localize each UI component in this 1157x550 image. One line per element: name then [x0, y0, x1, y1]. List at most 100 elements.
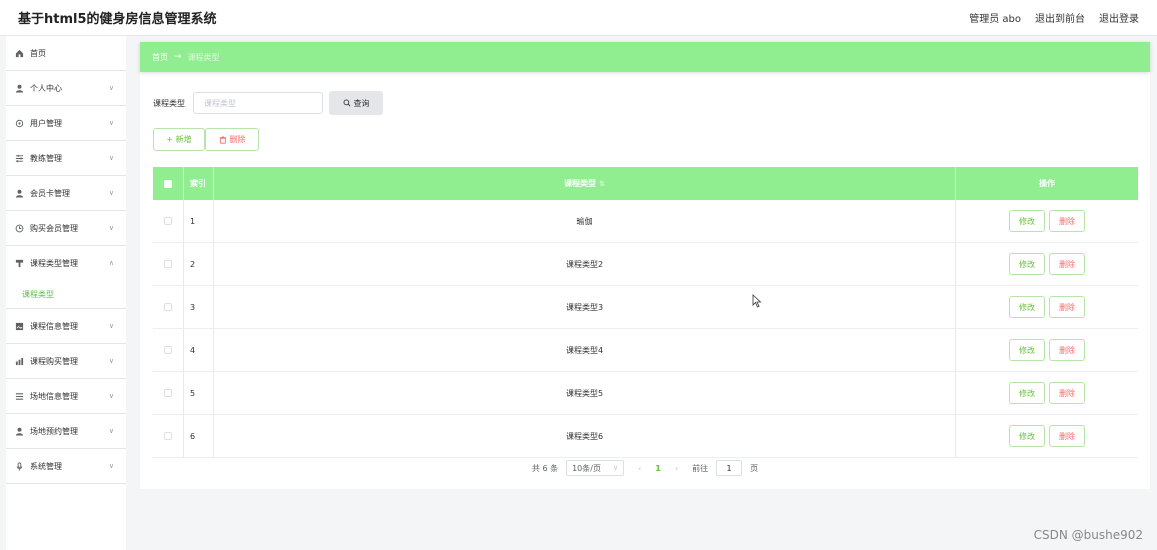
delete-button[interactable]: 删除: [1049, 382, 1085, 404]
select-all-checkbox[interactable]: [164, 179, 172, 188]
page-suffix: 页: [750, 463, 759, 473]
chevron-down-icon: ∨: [108, 427, 114, 435]
sidebar-item-label: 系统管理: [30, 461, 62, 471]
table-row: 2 课程类型2 修改 删除: [153, 243, 1138, 286]
batch-delete-button[interactable]: 删除: [205, 128, 259, 151]
row-checkbox[interactable]: [164, 260, 172, 268]
edit-button[interactable]: 修改: [1009, 296, 1045, 318]
top-right-links: 管理员 abo 退出到前台 退出登录: [969, 10, 1139, 25]
action-row: + 新增 删除: [153, 128, 259, 151]
list-icon: [14, 391, 24, 401]
trash-icon: [219, 135, 226, 144]
sidebar-item-personal[interactable]: 个人中心 ∨: [6, 71, 126, 106]
chevron-down-icon: ∨: [108, 392, 114, 400]
breadcrumb-home[interactable]: 首页: [152, 52, 168, 63]
sidebar-item-membership-cards[interactable]: 会员卡管理 ∨: [6, 176, 126, 211]
sidebar-item-system[interactable]: 系统管理 ∨: [6, 449, 126, 484]
delete-button[interactable]: 删除: [1049, 296, 1085, 318]
user-icon: [14, 83, 24, 93]
chevron-down-icon: ∨: [108, 84, 114, 92]
table-row: 4 课程类型4 修改 删除: [153, 329, 1138, 372]
sidebar-item-label: 用户管理: [30, 118, 62, 128]
header-type[interactable]: 课程类型 ⇅: [214, 167, 956, 200]
sort-icon[interactable]: ⇅: [599, 180, 605, 188]
delete-button[interactable]: 删除: [1049, 425, 1085, 447]
main-panel: 首页 → 课程类型 课程类型 课程类型 查询 + 新增 删除 索引 课程类型 ⇅…: [140, 42, 1150, 489]
page-size-select[interactable]: 10条/页 ∨: [566, 460, 625, 476]
delete-button[interactable]: 删除: [1049, 339, 1085, 361]
admin-label: 管理员 abo: [969, 14, 1021, 25]
to-front-link[interactable]: 退出到前台: [1035, 10, 1085, 25]
sidebar-item-venue-info[interactable]: 场地信息管理 ∨: [6, 379, 126, 414]
sidebar-item-label: 会员卡管理: [30, 188, 70, 198]
sidebar-subitem-course-type[interactable]: 课程类型: [6, 280, 126, 309]
sidebar-item-label: 场地预约管理: [30, 426, 78, 436]
search-button-label: 查询: [353, 98, 370, 108]
sidebar-item-course-purchase[interactable]: 课程购买管理 ∨: [6, 344, 126, 379]
shield-icon: [14, 258, 24, 268]
row-checkbox[interactable]: [164, 389, 172, 397]
gear-icon: [14, 118, 24, 128]
sidebar-item-label: 购买会员管理: [30, 223, 78, 233]
table-row: 6 课程类型6 修改 删除: [153, 415, 1138, 458]
top-bar: 基于html5的健身房信息管理系统 管理员 abo 退出到前台 退出登录: [0, 0, 1157, 36]
header-index: 索引: [184, 167, 214, 200]
sidebar-item-users[interactable]: 用户管理 ∨: [6, 106, 126, 141]
sidebar-item-coaches[interactable]: 教练管理 ∨: [6, 141, 126, 176]
chevron-down-icon: ∨: [108, 224, 114, 232]
edit-button[interactable]: 修改: [1009, 339, 1045, 361]
user-icon: [14, 188, 24, 198]
logout-link[interactable]: 退出登录: [1099, 10, 1139, 25]
search-button[interactable]: 查询: [329, 91, 383, 115]
chevron-up-icon: ∧: [108, 259, 114, 267]
row-checkbox[interactable]: [164, 303, 172, 311]
edit-button[interactable]: 修改: [1009, 382, 1045, 404]
row-checkbox[interactable]: [164, 346, 172, 354]
search-input[interactable]: 课程类型: [193, 92, 323, 114]
table-row: 5 课程类型5 修改 删除: [153, 372, 1138, 415]
sidebar-item-label: 个人中心: [30, 83, 62, 93]
edit-button[interactable]: 修改: [1009, 253, 1045, 275]
chevron-down-icon: ∨: [108, 119, 114, 127]
chevron-down-icon: ∨: [108, 154, 114, 162]
row-checkbox[interactable]: [164, 432, 172, 440]
row-type: 课程类型3: [214, 286, 956, 328]
row-ops: 修改 删除: [956, 415, 1138, 457]
sidebar-item-course-info[interactable]: 课程信息管理 ∨: [6, 309, 126, 344]
chevron-down-icon: ∨: [108, 357, 114, 365]
row-index: 4: [184, 329, 214, 371]
row-type: 课程类型5: [214, 372, 956, 414]
current-page[interactable]: 1: [655, 464, 661, 473]
row-type: 课程类型2: [214, 243, 956, 285]
next-page-button[interactable]: ›: [675, 464, 678, 473]
table-row: 3 课程类型3 修改 删除: [153, 286, 1138, 329]
edit-button[interactable]: 修改: [1009, 210, 1045, 232]
sidebar-item-course-types[interactable]: 课程类型管理 ∧: [6, 246, 126, 280]
table-header: 索引 课程类型 ⇅ 操作: [153, 167, 1138, 200]
sidebar-item-buy-membership[interactable]: 购买会员管理 ∨: [6, 211, 126, 246]
prev-page-button[interactable]: ‹: [638, 464, 641, 473]
goto-page-input[interactable]: 1: [716, 460, 743, 476]
sidebar-item-home[interactable]: 首页: [6, 36, 126, 71]
search-icon: [343, 99, 351, 107]
row-checkbox[interactable]: [164, 217, 172, 225]
row-type: 课程类型4: [214, 329, 956, 371]
breadcrumb-current: 课程类型: [187, 52, 220, 62]
row-ops: 修改 删除: [956, 329, 1138, 371]
breadcrumb-arrow-icon: →: [174, 52, 182, 62]
breadcrumb: 首页 → 课程类型: [140, 42, 1150, 72]
row-index: 3: [184, 286, 214, 328]
row-index: 1: [184, 200, 214, 242]
edit-button[interactable]: 修改: [1009, 425, 1045, 447]
pagination-total: 共 6 条: [531, 463, 559, 473]
image-icon: [14, 321, 24, 331]
delete-button[interactable]: 删除: [1049, 253, 1085, 275]
chart-icon: [14, 356, 24, 366]
chevron-down-icon: ∨: [108, 322, 114, 330]
add-button[interactable]: + 新增: [153, 128, 205, 151]
delete-button[interactable]: 删除: [1049, 210, 1085, 232]
row-ops: 修改 删除: [956, 286, 1138, 328]
sidebar-item-label: 教练管理: [30, 153, 62, 163]
sidebar-item-venue-booking[interactable]: 场地预约管理 ∨: [6, 414, 126, 449]
row-check-cell: [153, 243, 184, 285]
